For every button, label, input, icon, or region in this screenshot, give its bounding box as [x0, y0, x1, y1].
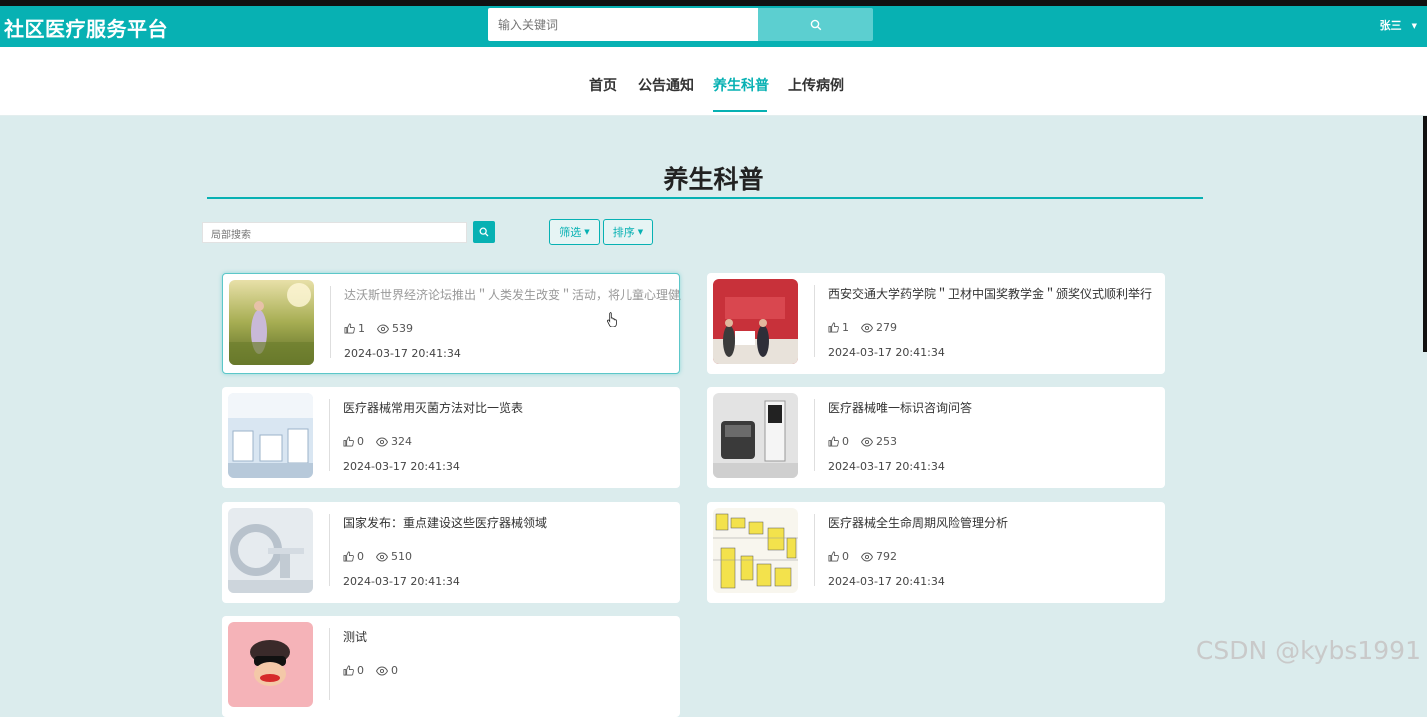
watermark: CSDN @kybs1991	[1195, 636, 1421, 665]
article-title[interactable]: 医疗器械全生命周期风险管理分析	[828, 514, 1165, 531]
article-stats: 0 510	[343, 550, 412, 563]
article-title[interactable]: 国家发布：重点建设这些医疗器械领域	[343, 514, 680, 531]
thumbs-up-icon[interactable]	[343, 551, 354, 562]
article-time: 2024-03-17 20:41:34	[828, 575, 945, 588]
caret-down-icon: ▼	[637, 228, 644, 236]
eye-icon	[376, 552, 388, 561]
award-ceremony-photo	[713, 279, 798, 364]
cartoon-monkey-image	[228, 622, 313, 707]
article-stats: 0 792	[828, 550, 897, 563]
article-time: 2024-03-17 20:41:34	[828, 460, 945, 473]
eye-icon	[377, 324, 389, 333]
eye-icon	[376, 437, 388, 446]
eye-icon	[861, 323, 873, 332]
nav-active-indicator	[713, 110, 767, 112]
card-divider	[814, 514, 815, 586]
like-count: 1	[358, 322, 365, 335]
local-search-input[interactable]	[209, 225, 463, 246]
global-search-button[interactable]	[758, 8, 873, 41]
article-stats: 1 279	[828, 321, 897, 334]
article-card[interactable]: 西安交通大学药学院＂卫材中国奖教学金＂颁奖仪式顺利举行 1 279 2024-0…	[707, 273, 1165, 374]
search-icon	[810, 19, 821, 30]
flowchart-image	[713, 508, 798, 593]
article-title[interactable]: 达沃斯世界经济论坛推出＂人类发生改变＂活动，将儿童心理健康列	[344, 286, 681, 303]
top-header: 社区医疗服务平台 张三 ▼	[0, 6, 1427, 47]
ct-scanner-photo	[228, 508, 313, 593]
main-nav: 首页 公告通知 养生科普 上传病例	[0, 47, 1427, 116]
eye-icon	[861, 552, 873, 561]
article-time: 2024-03-17 20:41:34	[828, 346, 945, 359]
article-card[interactable]: 医疗器械唯一标识咨询问答 0 253 2024-03-17 20:41:34	[707, 387, 1165, 488]
view-count: 792	[876, 550, 897, 563]
title-divider	[207, 197, 1203, 199]
card-divider	[329, 514, 330, 586]
article-stats: 0 324	[343, 435, 412, 448]
card-divider	[814, 285, 815, 357]
caret-down-icon: ▼	[584, 228, 590, 236]
global-search-box	[488, 8, 758, 41]
sort-label: 排序	[612, 226, 635, 239]
thumbs-up-icon[interactable]	[828, 436, 839, 447]
filter-label: 筛选	[559, 226, 582, 239]
like-count: 0	[842, 435, 849, 448]
article-title[interactable]: 医疗器械唯一标识咨询问答	[828, 399, 1165, 416]
site-brand[interactable]: 社区医疗服务平台	[4, 13, 168, 42]
like-count: 0	[357, 550, 364, 563]
like-count: 1	[842, 321, 849, 334]
article-card[interactable]: 医疗器械全生命周期风险管理分析 0 792 2024-03-17 20:41:3…	[707, 502, 1165, 603]
like-count: 0	[357, 664, 364, 677]
local-search-box	[202, 222, 467, 246]
user-menu[interactable]: 张三 ▼	[1380, 17, 1417, 33]
article-time: 2024-03-17 20:41:34	[343, 575, 460, 588]
article-title[interactable]: 医疗器械常用灭菌方法对比一览表	[343, 399, 680, 416]
user-name: 张三	[1379, 19, 1402, 32]
eye-icon	[861, 437, 873, 446]
eye-icon	[376, 666, 388, 675]
article-title[interactable]: 测试	[343, 628, 680, 645]
surgical-robot-photo	[713, 393, 798, 478]
view-count: 253	[876, 435, 897, 448]
page-title: 养生科普	[663, 165, 764, 194]
thumbs-up-icon[interactable]	[828, 551, 839, 562]
nav-item-notices[interactable]: 公告通知	[638, 75, 694, 95]
article-card[interactable]: 医疗器械常用灭菌方法对比一览表 0 324 2024-03-17 20:41:3…	[222, 387, 680, 488]
card-divider	[329, 399, 330, 471]
hand-cursor-icon	[606, 312, 617, 327]
article-stats: 0 253	[828, 435, 897, 448]
thumbs-up-icon[interactable]	[343, 665, 354, 676]
view-count: 510	[391, 550, 412, 563]
nav-item-home[interactable]: 首页	[589, 75, 617, 95]
article-time: 2024-03-17 20:41:34	[344, 347, 461, 360]
article-card[interactable]: 测试 0 0	[222, 616, 680, 717]
nav-item-upload-case[interactable]: 上传病例	[788, 75, 844, 95]
card-divider	[330, 286, 331, 358]
field-girl-photo	[229, 280, 314, 365]
card-divider	[329, 628, 330, 700]
like-count: 0	[842, 550, 849, 563]
thumbs-up-icon[interactable]	[343, 436, 354, 447]
view-count: 539	[392, 322, 413, 335]
article-card[interactable]: 国家发布：重点建设这些医疗器械领域 0 510 2024-03-17 20:41…	[222, 502, 680, 603]
article-stats: 0 0	[343, 664, 398, 677]
article-stats: 1 539	[344, 322, 413, 335]
nav-item-health-science[interactable]: 养生科普	[713, 75, 769, 95]
card-divider	[814, 399, 815, 471]
global-search-input[interactable]	[496, 8, 750, 41]
article-title[interactable]: 西安交通大学药学院＂卫材中国奖教学金＂颁奖仪式顺利举行	[828, 285, 1165, 302]
lab-photo	[228, 393, 313, 478]
thumbs-up-icon[interactable]	[344, 323, 355, 334]
like-count: 0	[357, 435, 364, 448]
sort-dropdown-button[interactable]: 排序 ▼	[603, 219, 653, 245]
local-search-button[interactable]	[473, 221, 495, 243]
chevron-down-icon: ▼	[1411, 22, 1417, 30]
view-count: 0	[391, 664, 398, 677]
filter-dropdown-button[interactable]: 筛选 ▼	[549, 219, 600, 245]
search-icon	[479, 227, 489, 237]
article-time: 2024-03-17 20:41:34	[343, 460, 460, 473]
thumbs-up-icon[interactable]	[828, 322, 839, 333]
view-count: 279	[876, 321, 897, 334]
view-count: 324	[391, 435, 412, 448]
